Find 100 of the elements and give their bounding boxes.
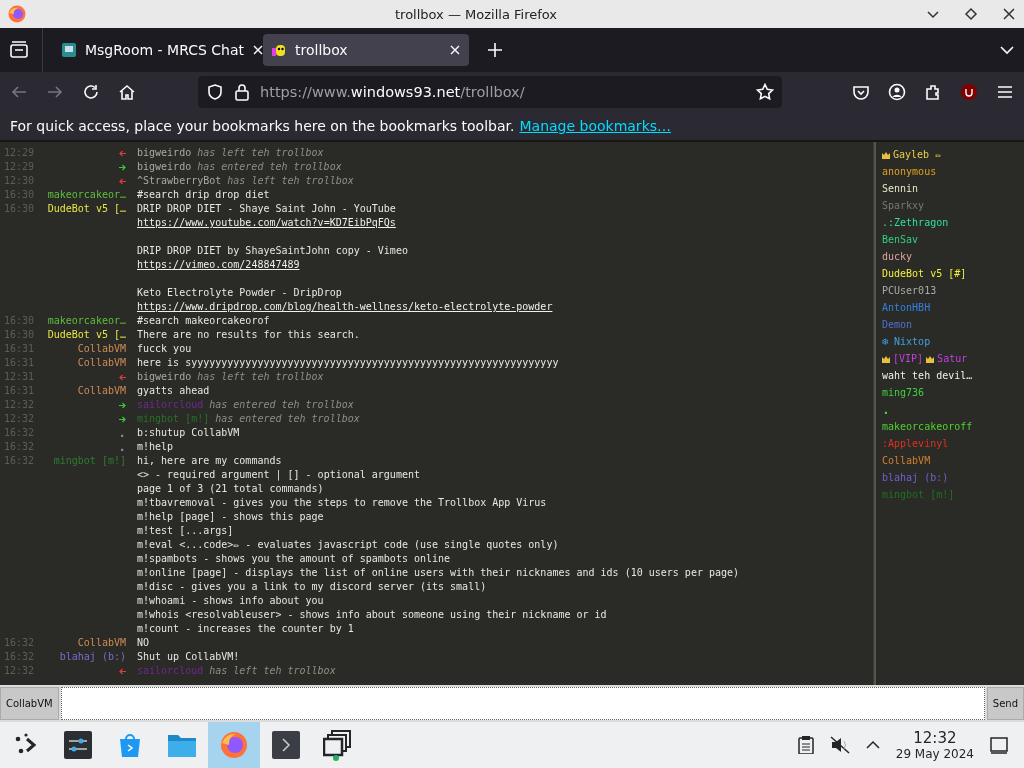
clock-time[interactable]: 12:32 <box>913 728 957 747</box>
event-text: has entered teh trollbox <box>197 160 342 174</box>
message-text: m!help <box>137 440 174 454</box>
nickname: bigweirdo <box>137 160 192 174</box>
message-text: b:shutup CollabVM <box>137 426 240 440</box>
user-name[interactable]: AntonHBH <box>882 299 931 316</box>
plus-icon[interactable] <box>487 42 503 58</box>
event-text: has left teh trollbox <box>209 664 336 678</box>
message-link[interactable]: https://vimeo.com/248847489 <box>137 258 300 272</box>
show-desktop-icon[interactable] <box>990 736 1008 754</box>
menu-icon[interactable] <box>996 83 1014 101</box>
arrow-right-icon <box>119 415 126 423</box>
nickname: sailorcloud <box>137 398 204 412</box>
message-text: Keto Electrolyte Powder - DripDrop <box>137 286 342 300</box>
user-name[interactable]: ming736 <box>882 384 925 401</box>
crown-icon <box>882 354 890 363</box>
close-icon[interactable] <box>252 44 265 56</box>
event-text: has entered teh trollbox <box>215 412 360 426</box>
muted-speaker-icon[interactable] <box>829 736 850 754</box>
message-text: #search drip drop diet <box>137 188 270 202</box>
message-text: m!test [...args] <box>137 524 234 538</box>
browser-tab[interactable]: trollbox <box>263 34 469 66</box>
message-text: hi, here are my commands <box>137 454 282 468</box>
chat-favicon-icon <box>61 42 77 58</box>
nickname: makeorcakeor… <box>47 188 126 202</box>
nickname: . <box>118 426 126 440</box>
nickname: bigweirdo <box>137 370 192 384</box>
message-text: m!whoami - shows info about you <box>137 594 324 608</box>
pocket-icon[interactable] <box>852 83 870 101</box>
arrow-right-icon <box>119 401 126 409</box>
message-text: Shut up CollabVM! <box>137 650 240 664</box>
user-name[interactable]: makeorcakeoroff <box>882 418 973 435</box>
arrow-left-icon <box>119 667 126 675</box>
home-icon[interactable] <box>118 83 136 101</box>
overlapping-windows-icon[interactable] <box>323 729 353 761</box>
message-link[interactable]: https://www.dripdrop.com/blog/health-wellness/keto-electrolyte-powder <box>137 300 553 314</box>
message-text: m!spambots - shows you the amount of spambots online <box>137 552 451 566</box>
user-name[interactable]: anonymous <box>882 163 937 180</box>
user-name[interactable]: .:Zethragon <box>882 214 949 231</box>
nickname: ^StrawberryBot <box>137 174 222 188</box>
message-link[interactable]: https://www.youtube.com/watch?v=KD7EibPqFQs <box>137 216 396 230</box>
message-text: here is syyyyyyyyyyyyyyyyyyyyyyyyyyyyyyyyyyyyyyyyyyyyyyyyyyyyyyyyyyyyy <box>137 356 559 370</box>
reload-icon[interactable] <box>82 83 100 101</box>
clipboard-icon[interactable] <box>797 736 814 754</box>
event-text: has left teh trollbox <box>197 370 324 384</box>
user-name[interactable]: CollabVM <box>882 452 931 469</box>
account-icon[interactable] <box>888 83 906 101</box>
message-text: fucck you <box>137 342 192 356</box>
event-text: has entered teh trollbox <box>209 398 354 412</box>
tab-title: trollbox <box>295 42 349 58</box>
nickname-button[interactable]: CollabVM <box>0 687 59 720</box>
nickname: DudeBot v5 [… <box>47 328 126 342</box>
star-icon[interactable] <box>756 83 774 101</box>
message-text: There are no results for this search. <box>137 328 360 342</box>
extensions-icon[interactable] <box>924 83 942 101</box>
message-text: m!count - increases the counter by 1 <box>137 622 354 636</box>
event-text: has left teh trollbox <box>227 174 354 188</box>
nickname: makeorcakeor… <box>47 314 126 328</box>
address-bar[interactable]: https://www.windows93.net/trollbox/ <box>198 76 782 108</box>
user-name[interactable]: ducky <box>882 248 913 265</box>
crown-icon <box>926 354 935 363</box>
user-name[interactable]: [VIP] <box>893 350 924 367</box>
message-field[interactable] <box>60 687 985 720</box>
user-name[interactable]: . <box>882 401 890 418</box>
arrow-left-icon <box>119 373 126 381</box>
nickname: CollabVM <box>77 636 126 650</box>
maximize-icon[interactable] <box>964 7 978 21</box>
user-name[interactable]: Sennin <box>882 180 919 197</box>
nickname: blahaj (b:) <box>59 650 126 664</box>
manage-bookmarks-link[interactable]: Manage bookmarks… <box>519 118 672 134</box>
lock-icon[interactable] <box>234 83 250 101</box>
shield-badge-icon[interactable] <box>960 83 978 101</box>
user-name[interactable]: waht teh devil… <box>882 367 973 384</box>
terminal-icon[interactable] <box>272 731 300 759</box>
message-text: NO <box>137 636 150 650</box>
user-name[interactable]: DudeBot v5 [#] <box>882 265 967 282</box>
nickname: CollabVM <box>77 384 126 398</box>
nickname: CollabVM <box>77 342 126 356</box>
clock-date[interactable]: 29 May 2024 <box>895 746 974 762</box>
message-text: #search makeorcakeorof <box>137 314 270 328</box>
user-name[interactable]: Satur <box>937 350 968 367</box>
firefox-logo-icon[interactable] <box>219 730 249 760</box>
nickname: mingbot [m!] <box>53 454 126 468</box>
user-name[interactable]: PCUser013 <box>882 282 937 299</box>
nickname: DudeBot v5 [… <box>47 202 126 216</box>
sliders-icon[interactable] <box>64 731 92 759</box>
user-name[interactable]: BenSav <box>882 231 919 248</box>
message-text: m!online [page] - displays the list of online users with their nicknames and ids (10 users per page) <box>137 566 740 580</box>
close-icon[interactable] <box>1002 7 1016 21</box>
url-text: https://www.windows93.net/trollbox/ <box>260 84 526 100</box>
user-name[interactable]: ❄ Nixtop <box>882 333 931 350</box>
browser-tab[interactable]: MsgRoom - MRCS Chat <box>53 34 259 66</box>
send-button[interactable]: Send <box>986 687 1024 720</box>
nickname: mingbot [m!] <box>137 412 210 426</box>
tab-list-icon[interactable] <box>8 39 30 61</box>
shield-icon[interactable] <box>206 83 224 101</box>
message-text: m!whois <resolvableuser> - shows info about someone using their nickname or id <box>137 608 607 622</box>
user-name[interactable]: Gayleb ✏ <box>893 146 942 163</box>
message-text: <> - required argument | [] - optional argument <box>137 468 420 482</box>
message-text: m!eval <...code>✏ - evaluates javascript code (use single quotes only) <box>137 538 559 552</box>
